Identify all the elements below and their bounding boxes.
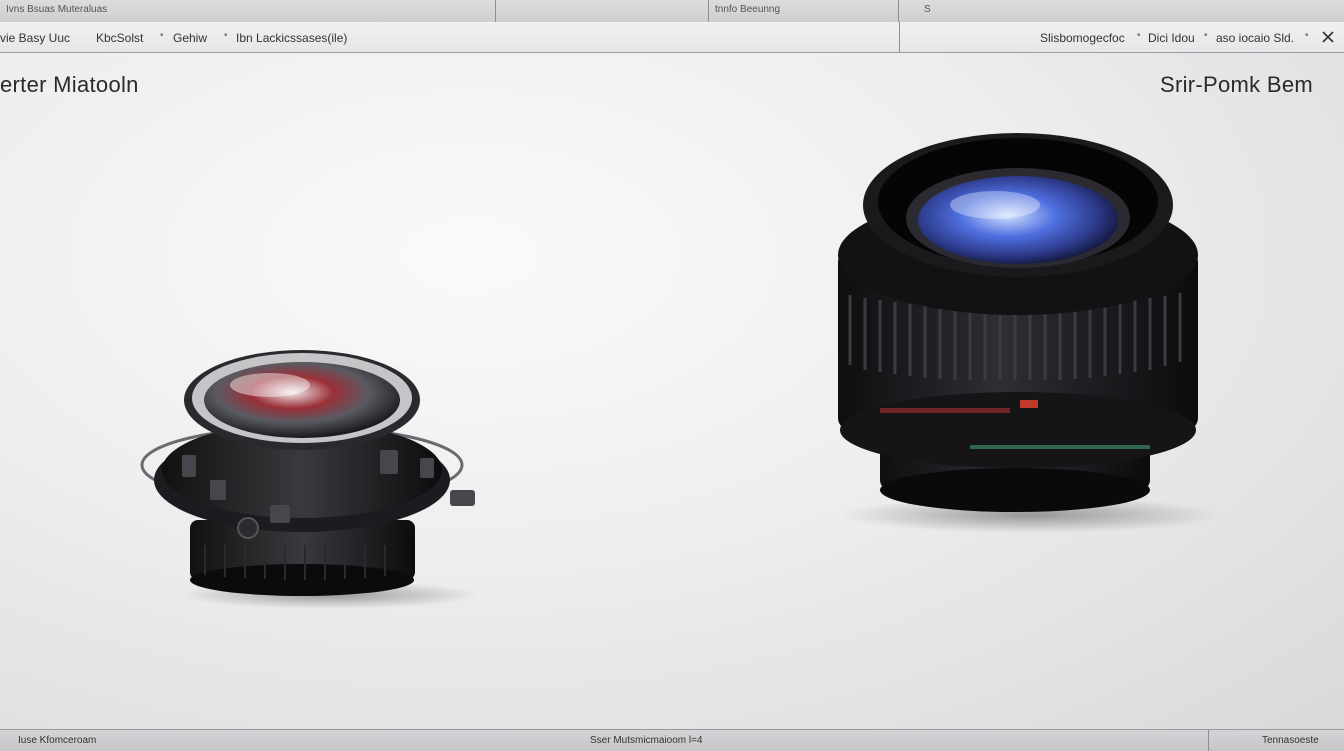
toolbar-separator: • bbox=[224, 30, 228, 41]
toolbar: vie Basy Uuc KbcSolst • Gehiw • Ibn Lack… bbox=[0, 22, 1344, 53]
top-divider bbox=[708, 0, 709, 22]
top-strip-left-text: Ivns Bsuas Muteraluas bbox=[6, 4, 108, 15]
status-bar: Iuse Kfomceroam Sser Mutsmicmaioom l=4 T… bbox=[0, 729, 1344, 751]
toolbar-separator: • bbox=[160, 30, 164, 41]
top-strip: Ivns Bsuas Muteraluas tnnfo Beeunng S bbox=[0, 0, 1344, 23]
status-divider bbox=[1208, 730, 1209, 751]
toolbar-separator: • bbox=[1204, 30, 1208, 41]
toolbar-item[interactable]: Dici Idou bbox=[1148, 31, 1195, 45]
lens-image-large bbox=[838, 133, 1220, 533]
status-right: Tennasoeste bbox=[1262, 735, 1319, 746]
left-panel-title: erter Miatooln bbox=[0, 72, 139, 97]
lens-image-small bbox=[140, 350, 480, 609]
toolbar-separator: • bbox=[1305, 30, 1309, 41]
close-icon[interactable] bbox=[1322, 31, 1334, 43]
status-left: Iuse Kfomceroam bbox=[18, 735, 97, 746]
status-center: Sser Mutsmicmaioom l=4 bbox=[590, 735, 703, 746]
toolbar-item[interactable]: Ibn Lackicssases(ile) bbox=[236, 31, 347, 45]
toolbar-item[interactable]: KbcSolst bbox=[96, 31, 143, 45]
toolbar-item[interactable]: Gehiw bbox=[173, 31, 207, 45]
top-divider bbox=[495, 0, 496, 22]
toolbar-item[interactable]: vie Basy Uuc bbox=[0, 31, 70, 45]
right-panel-title: Srir-Pomk Bem bbox=[1160, 72, 1314, 97]
toolbar-separator: • bbox=[1137, 30, 1141, 41]
top-strip-center-text: tnnfo Beeunng bbox=[715, 4, 781, 15]
toolbar-item[interactable]: aso iocaio Sld. bbox=[1216, 31, 1294, 45]
toolbar-divider bbox=[899, 22, 900, 52]
top-divider bbox=[898, 0, 899, 22]
top-strip-right-text: S bbox=[924, 4, 931, 15]
toolbar-item[interactable]: Slisbomogecfoc bbox=[1040, 31, 1125, 45]
